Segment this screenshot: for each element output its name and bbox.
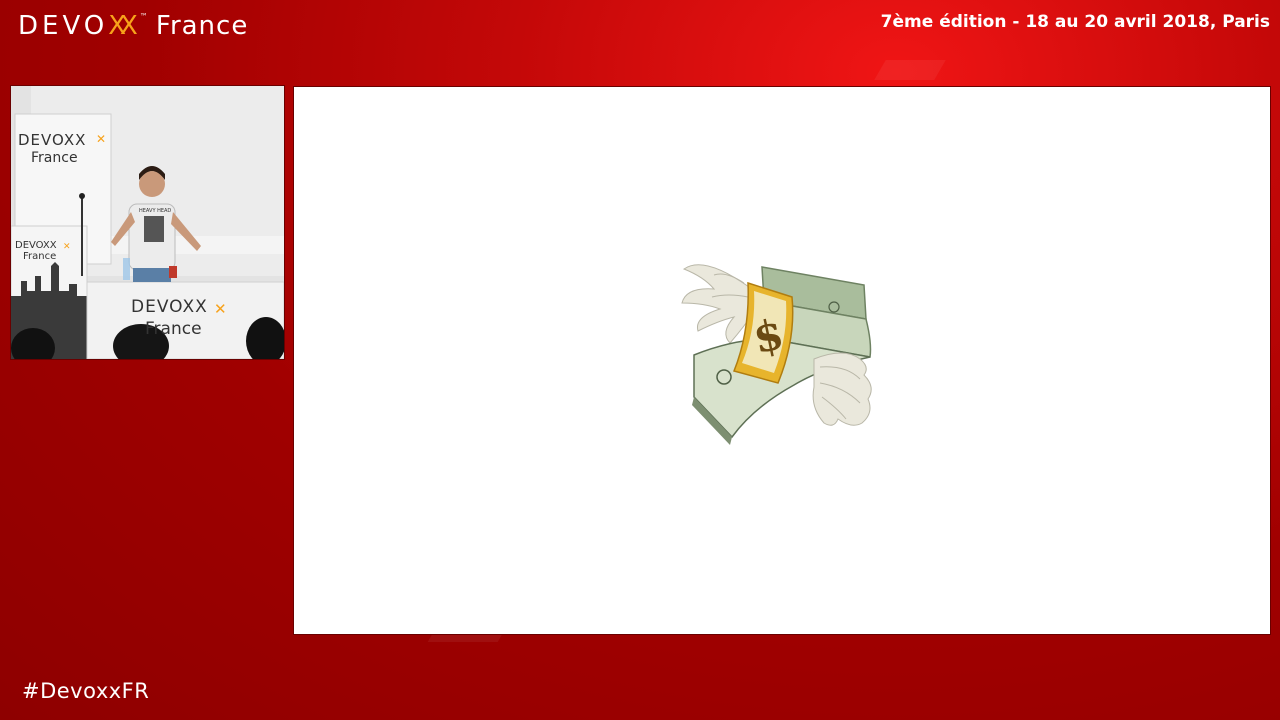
devoxx-france-logo: DEVO XX ™ France xyxy=(18,8,248,44)
svg-text:✕: ✕ xyxy=(96,132,106,146)
brand-devo-text: DEVO xyxy=(18,11,109,41)
event-edition-dates: 7ème édition - 18 au 20 avril 2018, Pari… xyxy=(880,12,1270,32)
presentation-slide: $ xyxy=(293,86,1271,635)
event-hashtag: #DevoxxFR xyxy=(22,679,150,703)
shirt-print-text: HEAVY HEAD xyxy=(139,208,171,214)
camera-scene: ✕ ✕ ✕ DEVOXX France DEVOXX France DEVOXX… xyxy=(11,86,284,359)
svg-text:✕: ✕ xyxy=(63,242,71,252)
brand-france-text: France xyxy=(155,11,249,41)
background-shard xyxy=(874,60,946,80)
banner-left-france: France xyxy=(31,150,78,166)
background-shard xyxy=(427,634,503,642)
brand-xx-mark: XX xyxy=(108,11,138,41)
banner-table-devoxx: DEVOXX xyxy=(131,297,208,317)
banner-small-devoxx: DEVOXX xyxy=(15,240,57,251)
speaker-camera-feed: ✕ ✕ ✕ DEVOXX France DEVOXX France DEVOXX… xyxy=(10,85,285,360)
banner-small-france: France xyxy=(23,251,56,262)
brand-trademark: ™ xyxy=(139,11,148,21)
svg-text:✕: ✕ xyxy=(214,300,227,318)
banner-table-france: France xyxy=(145,319,202,339)
money-with-wings-icon: $ xyxy=(674,247,894,447)
banner-left-devoxx: DEVOXX xyxy=(18,131,86,149)
